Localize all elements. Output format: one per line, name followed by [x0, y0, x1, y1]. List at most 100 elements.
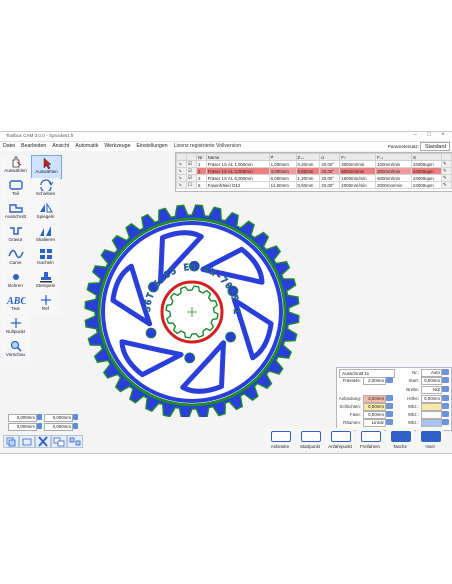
- tool-edit-icon[interactable]: ✎: [441, 174, 452, 182]
- col-icon: [176, 153, 187, 161]
- menu-einstellungen[interactable]: Einstellungen: [133, 142, 170, 150]
- input-anbindung[interactable]: 3,00mm: [363, 395, 386, 403]
- group-button[interactable]: [51, 435, 67, 448]
- schlichten-spin-icon[interactable]: [386, 403, 393, 409]
- col-name[interactable]: Name: [205, 153, 270, 161]
- select-raeumen[interactable]: Linear: [363, 419, 386, 427]
- check-icon[interactable]: ☐: [186, 181, 197, 189]
- col-feed-xy[interactable]: F↔: [375, 153, 412, 161]
- input-start[interactable]: 0,00mm: [421, 377, 442, 385]
- cell-name: Fasenfräser D12: [205, 181, 270, 189]
- bolt-hole[interactable]: [184, 352, 196, 364]
- duplicate-button[interactable]: [19, 435, 35, 448]
- tool-select-cursor[interactable]: Auswählen: [31, 155, 62, 179]
- col-angle[interactable]: α: [319, 153, 341, 161]
- wkz3-dropdown-icon[interactable]: [442, 419, 449, 425]
- col-zstep[interactable]: Z↔: [295, 153, 321, 161]
- startpunkt-button[interactable]: Startpunkt: [296, 428, 324, 450]
- table-row[interactable]: ↘ ☑ 1 Fräser 1S AL 1,000mm 1,000mm 0,20mm…: [176, 160, 452, 168]
- insel-button[interactable]: Insel: [416, 428, 444, 450]
- wkz1-dropdown-icon[interactable]: [442, 403, 449, 409]
- copy-icon: [6, 437, 16, 447]
- input-schlichten[interactable]: 0,00mm: [363, 403, 386, 411]
- bolt-hole[interactable]: [145, 327, 157, 339]
- coord-spin-icon[interactable]: [37, 414, 42, 420]
- table-row[interactable]: ↘ ☑ 2 Fräser 1S AL 3,000mm 3,000mm 0,60mm…: [176, 167, 452, 175]
- sprocket-drawing[interactable]: 36T 6L85 EN AW-7075 1651: [65, 185, 312, 420]
- input-hoehe[interactable]: 0,00mm: [421, 395, 442, 403]
- table-row[interactable]: ↘ ☑ 3 Fräser 1S AL 6,000mm 6,000mm 1,20mm…: [176, 174, 452, 182]
- tool-select-hand[interactable]: Auswählen: [1, 155, 30, 177]
- check-icon[interactable]: ☑: [186, 174, 197, 182]
- fase-spin-icon[interactable]: [386, 411, 393, 417]
- tool-text[interactable]: ABC Text: [1, 293, 30, 315]
- col-speed[interactable]: S: [410, 153, 443, 161]
- bolt-hole[interactable]: [225, 331, 237, 343]
- tool-edit-icon[interactable]: ✎: [441, 160, 452, 168]
- breite-spin-icon[interactable]: [442, 386, 449, 392]
- coord-spin-icon[interactable]: [37, 423, 42, 429]
- drawing-canvas[interactable]: 36T 6L85 EN AW-7075 1651: [65, 185, 312, 420]
- tool-part[interactable]: Teil: [1, 178, 30, 200]
- tasche-button[interactable]: Tasche: [386, 428, 414, 450]
- fraestiefe-spin-icon[interactable]: [386, 377, 393, 383]
- wkz2-dropdown-icon[interactable]: [442, 411, 449, 417]
- close-icon[interactable]: ×: [436, 132, 450, 138]
- copy-button[interactable]: [3, 435, 19, 448]
- menu-bearbeiten[interactable]: Bearbeiten: [18, 142, 49, 150]
- ungroup-button[interactable]: [67, 435, 83, 448]
- part-outline-icon: [8, 180, 23, 190]
- maximize-icon[interactable]: □: [422, 132, 436, 138]
- tool-ref[interactable]: Ref: [31, 293, 60, 315]
- start-spin-icon[interactable]: [442, 377, 449, 383]
- tool-edit-icon[interactable]: ✎: [441, 181, 452, 189]
- col-diameter[interactable]: ⌀: [268, 153, 297, 161]
- tool-icon: ↘: [176, 160, 187, 168]
- tool-edit-icon[interactable]: ✎: [441, 167, 452, 175]
- menu-ansicht[interactable]: Ansicht: [49, 142, 72, 150]
- tool-origin[interactable]: Nullpunkt: [1, 316, 30, 338]
- sprocket-part[interactable]: 36T 6L85 EN AW-7075 1651: [65, 185, 300, 420]
- col-nr[interactable]: Nr: [196, 153, 207, 161]
- tool-cutout[interactable]: Ausschnitt: [1, 201, 30, 223]
- cell-feed-xy: 100mm/min: [375, 160, 412, 168]
- menu-werkzeuge[interactable]: Werkzeuge: [101, 142, 133, 150]
- delete-button[interactable]: [35, 435, 51, 448]
- coord-spin-icon[interactable]: [73, 423, 78, 429]
- tool-drill[interactable]: Bohren: [1, 270, 30, 292]
- tool-scale[interactable]: Skalieren: [31, 224, 60, 246]
- table-row[interactable]: ↘ ☐ 5 Fasenfräser D12 12,00mm 0,50mm 20,0…: [176, 181, 452, 189]
- anfahrpunkt-button[interactable]: Anfahrpunkt: [326, 428, 354, 450]
- freifahren-button[interactable]: Freifahren: [356, 428, 384, 450]
- hoehe-spin-icon[interactable]: [442, 395, 449, 401]
- coord-x1[interactable]: 0,000mm: [8, 414, 37, 422]
- input-fase[interactable]: 0,00mm: [363, 411, 386, 419]
- input-fraestiefe[interactable]: 2,00mm: [363, 377, 386, 385]
- minimize-icon[interactable]: –: [408, 132, 422, 138]
- tool-preview[interactable]: Vorschau: [1, 339, 30, 361]
- anbinden-button[interactable]: Anbinden: [266, 428, 294, 450]
- coord-x2[interactable]: 0,000mm: [8, 423, 37, 431]
- nr-spin-icon[interactable]: [442, 369, 449, 375]
- input-nr[interactable]: Auto: [421, 369, 442, 377]
- select-wkz3[interactable]: [421, 419, 442, 427]
- paramset-select[interactable]: Standard: [420, 142, 450, 151]
- select-wkz2[interactable]: [421, 411, 442, 419]
- col-feed-z[interactable]: F↕: [339, 153, 377, 161]
- select-wkz1[interactable]: [421, 403, 442, 411]
- coord-y2[interactable]: 0,000mm: [44, 423, 73, 431]
- tool-move[interactable]: Schieben: [31, 178, 60, 200]
- check-icon[interactable]: ☑: [186, 160, 197, 168]
- tool-label: Gravur: [8, 237, 23, 242]
- tool-mirror[interactable]: Spiegeln: [31, 201, 60, 223]
- input-breite[interactable]: N/Z: [421, 386, 442, 394]
- tool-engrave[interactable]: Gravur: [1, 224, 30, 246]
- check-icon[interactable]: ☑: [186, 167, 197, 175]
- menu-automatik[interactable]: Automatik: [72, 142, 101, 150]
- menu-datei[interactable]: Datei: [0, 142, 18, 150]
- tool-stamp[interactable]: Stempeln: [31, 270, 60, 292]
- tool-tile[interactable]: Kacheln: [31, 247, 60, 269]
- anbindung-spin-icon[interactable]: [386, 395, 393, 401]
- tool-carve[interactable]: Carve: [1, 247, 30, 269]
- raeumen-dropdown-icon[interactable]: [386, 419, 393, 425]
